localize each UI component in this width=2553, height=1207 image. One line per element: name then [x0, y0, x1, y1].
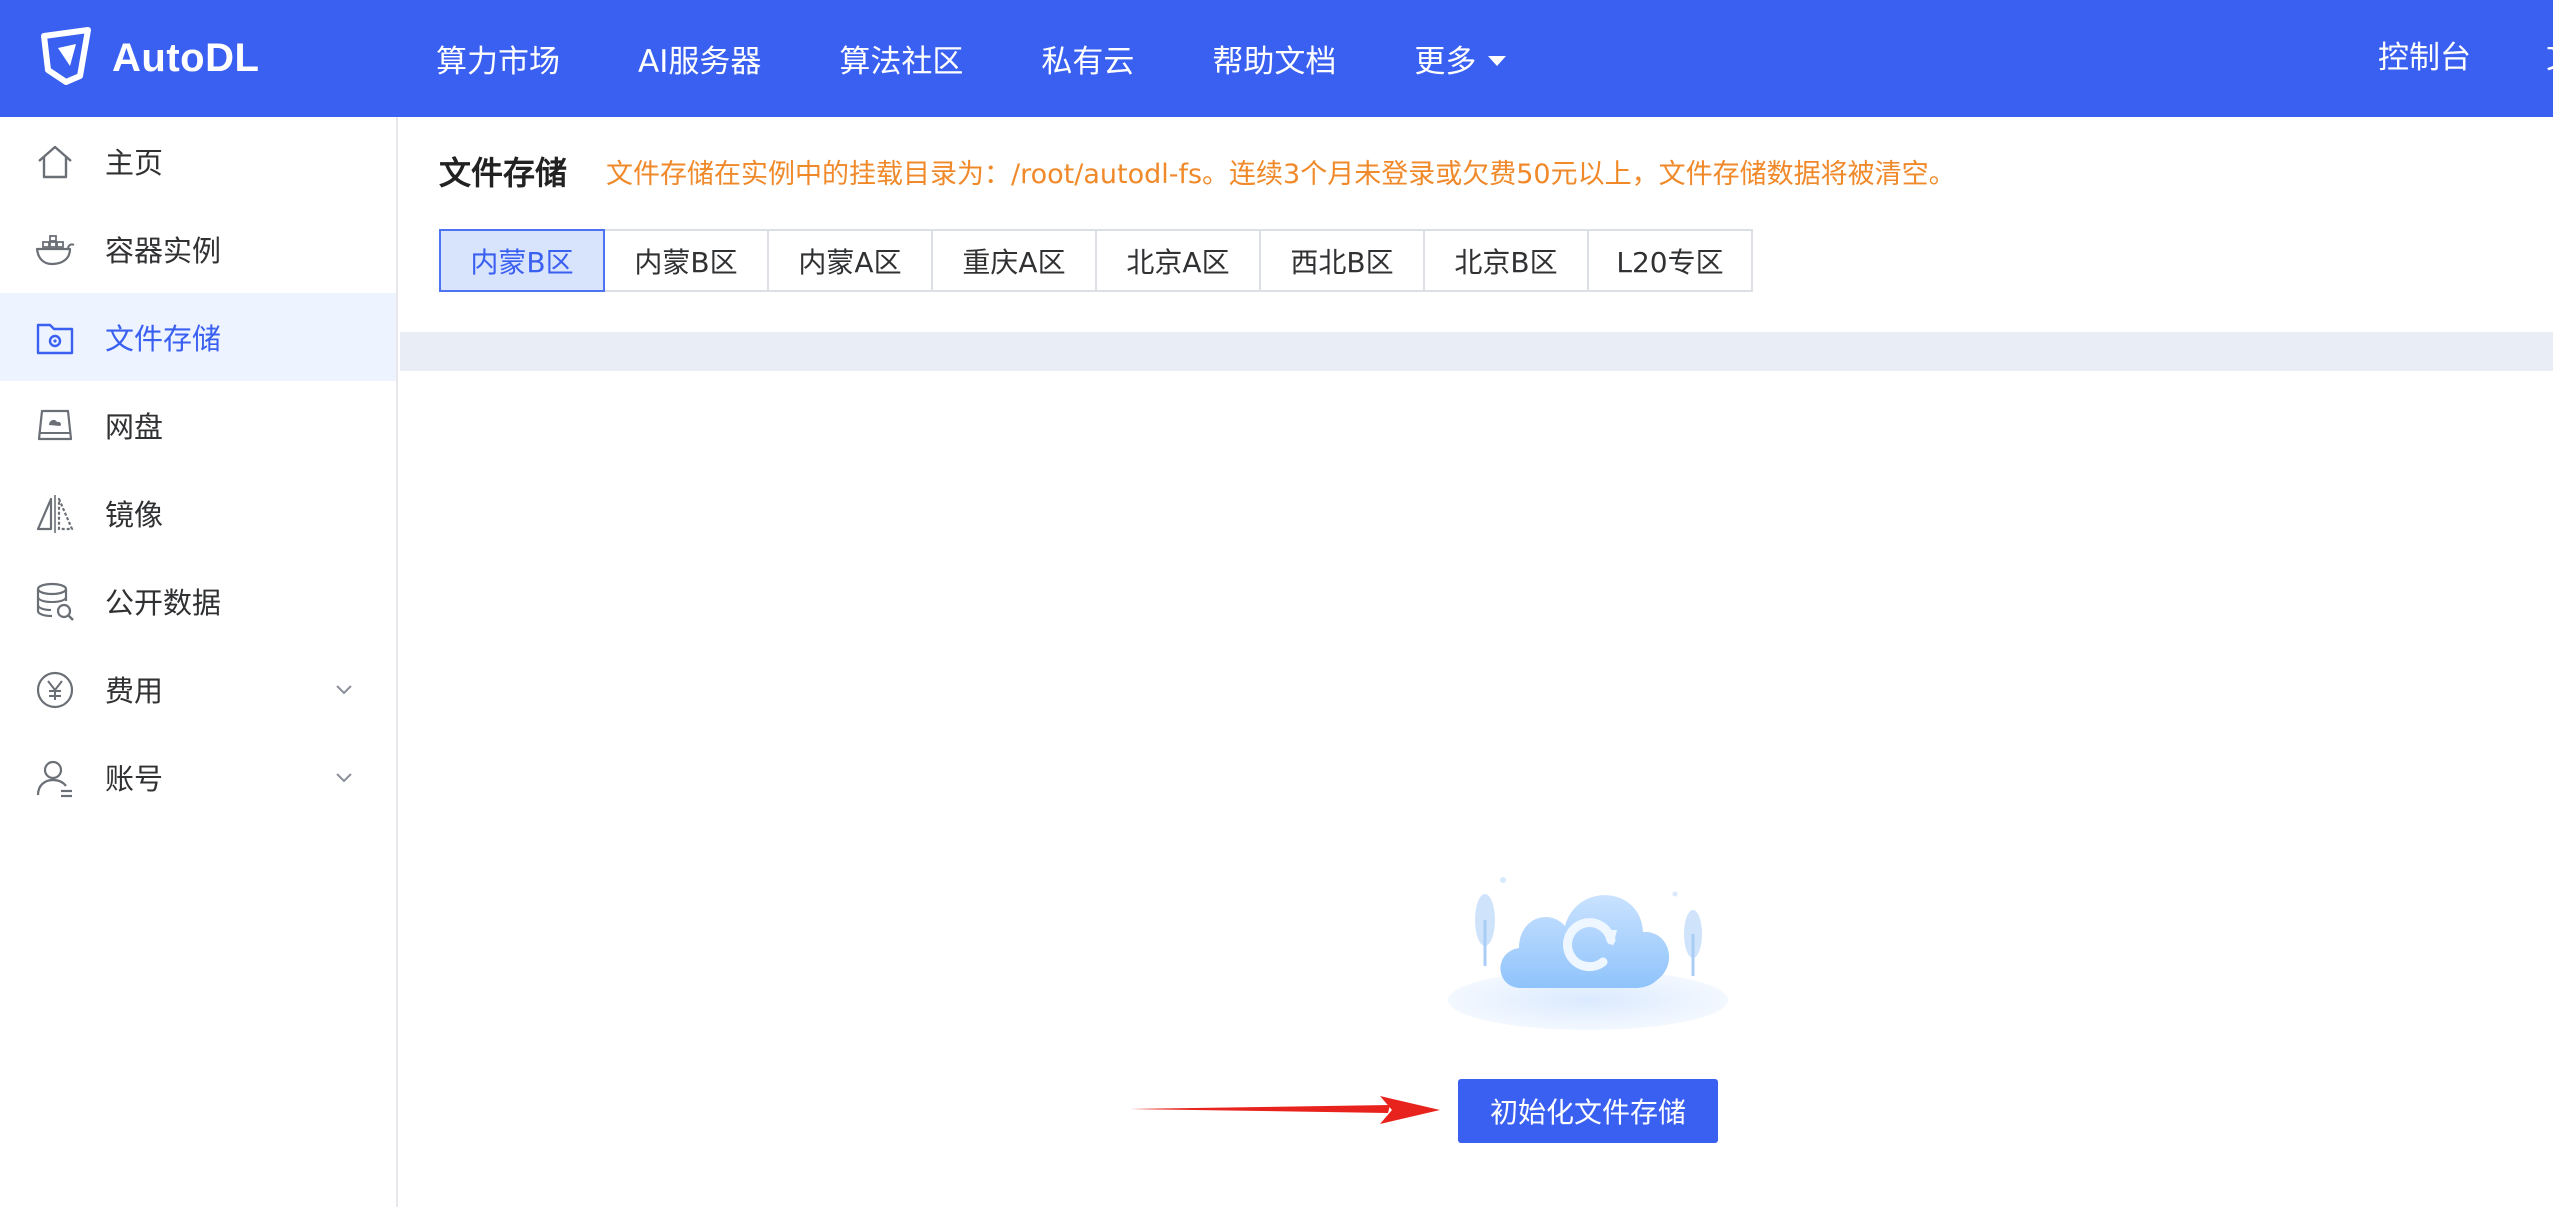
- autodl-logo-icon: [36, 26, 96, 90]
- sidebar-item-billing[interactable]: 费用: [0, 645, 396, 733]
- chevron-down-icon: [334, 679, 354, 699]
- sidebar-item-images[interactable]: 镜像: [0, 469, 396, 557]
- sidebar-item-containers[interactable]: 容器实例: [0, 205, 396, 293]
- region-tab[interactable]: 北京A区: [1095, 229, 1261, 292]
- sidebar-item-public-data[interactable]: 公开数据: [0, 557, 396, 645]
- region-tab[interactable]: 北京B区: [1423, 229, 1589, 292]
- logo-text: AutoDL: [112, 35, 260, 80]
- sidebar-item-file-storage[interactable]: 文件存储: [0, 293, 396, 381]
- folder-gear-icon: [34, 317, 76, 359]
- sidebar-item-account[interactable]: 账号: [0, 733, 396, 821]
- region-tab[interactable]: 重庆A区: [931, 229, 1097, 292]
- sidebar-item-label: 容器实例: [105, 234, 222, 268]
- logo[interactable]: AutoDL: [36, 26, 260, 90]
- cloud-refresh-icon: [1443, 860, 1733, 1030]
- region-tab[interactable]: 内蒙B区: [439, 229, 605, 292]
- nav-item-private-cloud[interactable]: 私有云: [1041, 36, 1134, 81]
- home-icon: [34, 141, 76, 183]
- init-file-storage-button[interactable]: 初始化文件存储: [1458, 1079, 1718, 1143]
- top-navbar: AutoDL 算力市场 AI服务器 算法社区 私有云 帮助文档 更多 控制台 文: [0, 0, 2553, 117]
- storage-notice: 文件存储在实例中的挂载目录为：/root/autodl-fs。连续3个月未登录或…: [606, 159, 1956, 190]
- content-divider-band: [400, 332, 2553, 371]
- red-arrow-annotation: [1130, 1092, 1440, 1128]
- nav-item-ai-server[interactable]: AI服务器: [638, 36, 761, 81]
- nav-item-more[interactable]: 更多: [1414, 36, 1507, 81]
- database-search-icon: [34, 581, 76, 623]
- yen-circle-icon: [34, 669, 76, 711]
- console-link[interactable]: 控制台: [2378, 0, 2471, 117]
- nav-item-help-docs[interactable]: 帮助文档: [1212, 36, 1336, 81]
- sidebar-item-label: 镜像: [105, 498, 164, 532]
- nav-item-more-label: 更多: [1414, 44, 1477, 80]
- caret-down-icon: [1488, 55, 1507, 66]
- sidebar-item-label: 公开数据: [105, 586, 222, 620]
- sidebar-item-label: 费用: [105, 674, 164, 708]
- region-tabs: 内蒙B区 内蒙B区 内蒙A区 重庆A区 北京A区 西北B区 北京B区 L20专区: [439, 229, 1753, 292]
- cut-off-nav-item[interactable]: 文: [2546, 0, 2553, 117]
- main-nav: 算力市场 AI服务器 算法社区 私有云 帮助文档 更多: [436, 0, 1584, 117]
- region-tab[interactable]: 西北B区: [1259, 229, 1425, 292]
- docker-whale-icon: [34, 229, 76, 271]
- region-tab[interactable]: L20专区: [1587, 229, 1753, 292]
- sidebar-item-label: 网盘: [105, 410, 164, 444]
- sidebar-item-net-disk[interactable]: 网盘: [0, 381, 396, 469]
- disk-cloud-icon: [34, 405, 76, 447]
- mirror-icon: [34, 493, 76, 535]
- nav-item-algorithm-community[interactable]: 算法社区: [839, 36, 963, 81]
- chevron-down-icon: [334, 767, 354, 787]
- user-icon: [34, 757, 76, 799]
- sidebar: 主页 容器实例 文件存储 网盘 镜像 公开数据 费用 账号: [0, 117, 398, 1207]
- page-title: 文件存储: [439, 154, 568, 192]
- region-tab[interactable]: 内蒙A区: [767, 229, 933, 292]
- sidebar-item-label: 主页: [105, 146, 164, 180]
- region-tab[interactable]: 内蒙B区: [603, 229, 769, 292]
- sidebar-item-home[interactable]: 主页: [0, 117, 396, 205]
- nav-item-compute-market[interactable]: 算力市场: [436, 36, 560, 81]
- sidebar-item-label: 文件存储: [105, 322, 222, 356]
- sidebar-item-label: 账号: [105, 762, 164, 796]
